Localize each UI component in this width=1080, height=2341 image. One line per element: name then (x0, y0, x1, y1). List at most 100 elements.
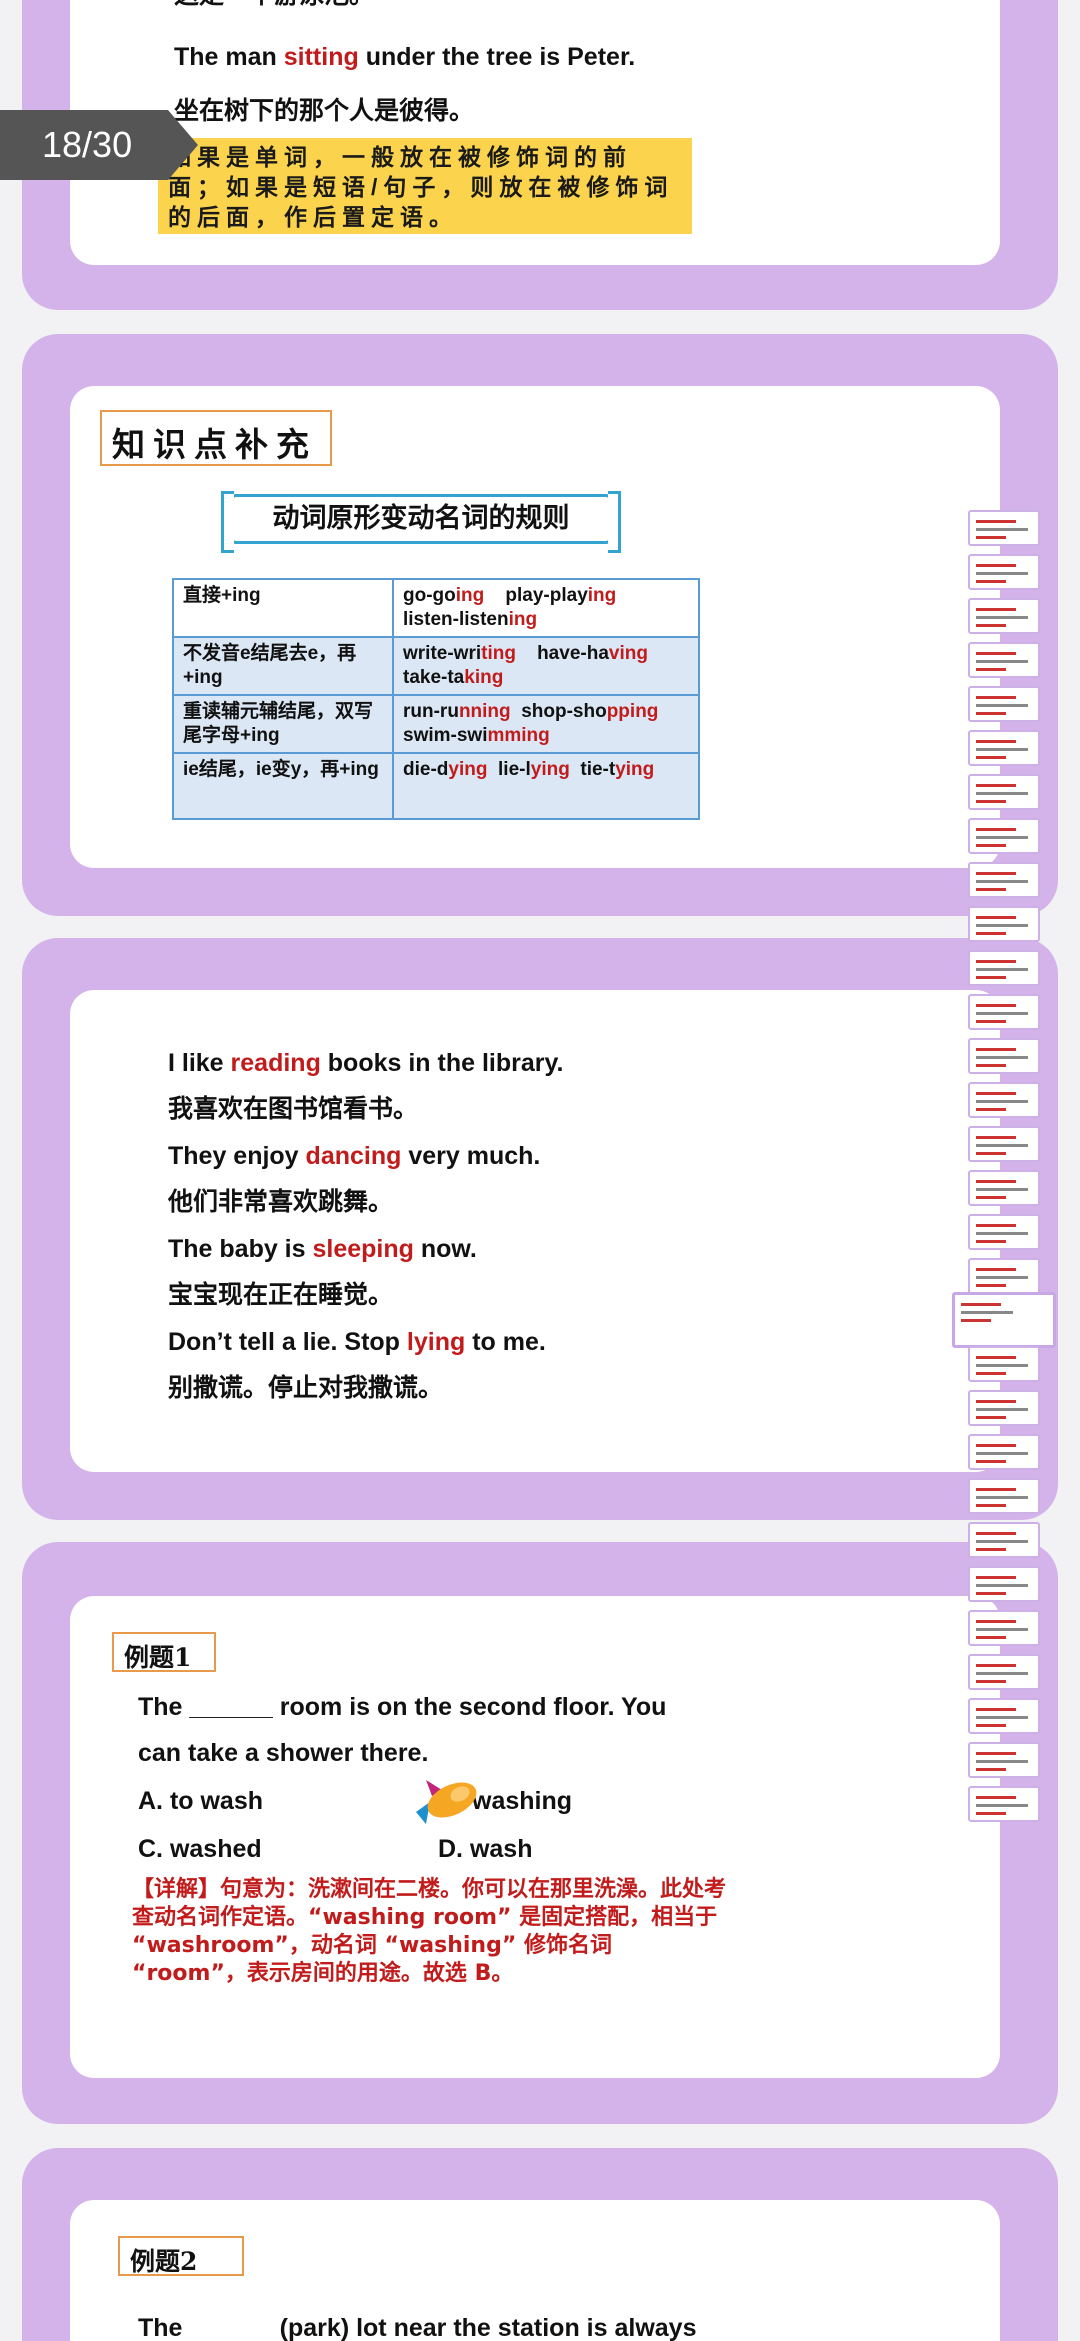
thumbnail-line (976, 924, 1028, 927)
example-cell: write-writing have-having take-taking (392, 636, 700, 696)
slide-thumbnail[interactable] (968, 818, 1040, 854)
cut-off-line: 这是一个游泳池。 (174, 0, 374, 10)
table-row: 直接+ing go-going play-playing listen-list… (172, 578, 700, 638)
thumbnail-line (976, 1664, 1016, 1667)
slide-thumbnail[interactable] (968, 1082, 1040, 1118)
suffix-text: ying (615, 759, 655, 780)
thumbnail-line (976, 1364, 1028, 1367)
thumbnail-line (976, 1108, 1006, 1111)
thumbnail-line (976, 652, 1016, 655)
slide-thumbnail[interactable] (968, 1522, 1040, 1558)
thumbnail-line (976, 1576, 1016, 1579)
slide-thumbnail[interactable] (968, 950, 1040, 986)
thumbnail-line (976, 528, 1028, 531)
suffix-text: ying (448, 759, 488, 780)
question-line-1: The ______ room is on the second floor. … (138, 1693, 667, 1721)
rule-cell: 不发音e结尾去e，再+ing (172, 636, 394, 696)
slide-thumbnail[interactable] (968, 906, 1040, 942)
thumbnail-line (976, 1020, 1006, 1023)
suffix-text: mming (487, 725, 550, 746)
thumbnail-line (976, 1488, 1016, 1491)
slide-thumbnail[interactable] (968, 1346, 1040, 1382)
suffix-text: pping (606, 701, 659, 722)
thumbnail-line (976, 1224, 1016, 1227)
option-d[interactable]: D. wash (438, 1834, 532, 1864)
thumbnail-line (976, 872, 1016, 875)
slide-thumbnail[interactable] (968, 686, 1040, 722)
thumbnail-line (976, 520, 1016, 523)
slide-thumbnail[interactable] (968, 994, 1040, 1030)
thumbnail-line (976, 1496, 1028, 1499)
example-sentence: The man sitting under the tree is Peter. (174, 42, 635, 72)
thumbnail-line (976, 1012, 1028, 1015)
thumbnail-line (976, 1196, 1006, 1199)
slide-thumbnail[interactable] (968, 862, 1040, 898)
thumbnail-line (976, 696, 1016, 699)
table-row: 重读辅元辅结尾，双写尾字母+ing run-running shop-shopp… (172, 694, 700, 754)
sentence-2: They enjoy dancing very much. (168, 1141, 563, 1187)
thumbnail-line (976, 784, 1016, 787)
thumbnail-line (976, 1708, 1016, 1711)
slide-thumbnail[interactable] (968, 1258, 1040, 1294)
thumbnail-line (976, 1152, 1006, 1155)
example-cell: go-going play-playing listen-listening (392, 578, 700, 638)
thumbnail-line (976, 1460, 1006, 1463)
suffix-text: ving (608, 643, 648, 664)
slide-thumbnail[interactable] (968, 1434, 1040, 1470)
table-row: ie结尾，ie变y，再+ing die-dying lie-lying tie-… (172, 752, 700, 820)
slide-thumbnail[interactable] (968, 1390, 1040, 1426)
thumbnail-line (976, 1752, 1016, 1755)
option-c[interactable]: C. washed (138, 1834, 262, 1864)
sentence-text: to me. (465, 1328, 546, 1356)
slide-thumbnail[interactable] (968, 642, 1040, 678)
thumbnail-line (976, 1628, 1028, 1631)
thumbnail-line (976, 1760, 1028, 1763)
rule-cell: 重读辅元辅结尾，双写尾字母+ing (172, 694, 394, 754)
slide-thumbnail[interactable] (968, 1566, 1040, 1602)
sentence-4: Don’t tell a lie. Stop lying to me. (168, 1327, 563, 1373)
thumbnail-line (976, 1532, 1016, 1535)
slide-thumbnail[interactable] (968, 1126, 1040, 1162)
slide-thumbnail[interactable] (968, 1214, 1040, 1250)
thumbnail-line (976, 1636, 1006, 1639)
slide-thumbnail[interactable] (968, 1170, 1040, 1206)
translation-4: 别撒谎。停止对我撒谎。 (168, 1374, 444, 1402)
slide-card-20[interactable] (22, 1542, 1058, 2124)
example-text: shop-sho (521, 701, 607, 722)
option-b[interactable]: washing (472, 1786, 572, 1816)
sentence-text: under the tree is Peter. (358, 43, 636, 71)
thumbnail-line (976, 1504, 1006, 1507)
question-line-2: can take a shower there. (138, 1739, 429, 1767)
thumbnail-line (976, 968, 1028, 971)
slide-thumbnail[interactable] (968, 1786, 1040, 1822)
slide-thumbnail[interactable] (968, 554, 1040, 590)
option-a[interactable]: A. to wash (138, 1786, 263, 1816)
page-indicator[interactable]: 18/30 (0, 110, 198, 180)
slide-thumbnail[interactable] (968, 774, 1040, 810)
thumbnail-line (976, 608, 1016, 611)
slide-thumbnail[interactable] (968, 730, 1040, 766)
slide-thumbnail[interactable] (968, 510, 1040, 546)
slide-thumbnail[interactable] (968, 1698, 1040, 1734)
thumbnail-line (976, 660, 1028, 663)
slide-thumbnail[interactable] (968, 1610, 1040, 1646)
thumbnail-line (976, 740, 1016, 743)
suffix-text: king (464, 667, 504, 688)
example-label: 例题1 (112, 1632, 216, 1672)
highlight-word: sleeping (312, 1235, 414, 1263)
thumbnail-line (976, 1452, 1028, 1455)
thumbnail-line (976, 888, 1006, 891)
slide-thumbnail[interactable] (968, 598, 1040, 634)
slide-thumbnail[interactable] (968, 1654, 1040, 1690)
sentence-text: now. (413, 1235, 477, 1263)
slide-thumbnail[interactable] (952, 1292, 1056, 1348)
suffix-text: ying (530, 759, 570, 780)
slide-thumbnail[interactable] (968, 1478, 1040, 1514)
slide-thumbnail[interactable] (968, 1742, 1040, 1778)
thumbnail-line (976, 1812, 1006, 1815)
thumbnail-line (976, 916, 1016, 919)
thumbnail-line (976, 1232, 1028, 1235)
slide-thumbnail[interactable] (968, 1038, 1040, 1074)
thumbnail-line (976, 836, 1028, 839)
thumbnail-line (976, 1416, 1006, 1419)
